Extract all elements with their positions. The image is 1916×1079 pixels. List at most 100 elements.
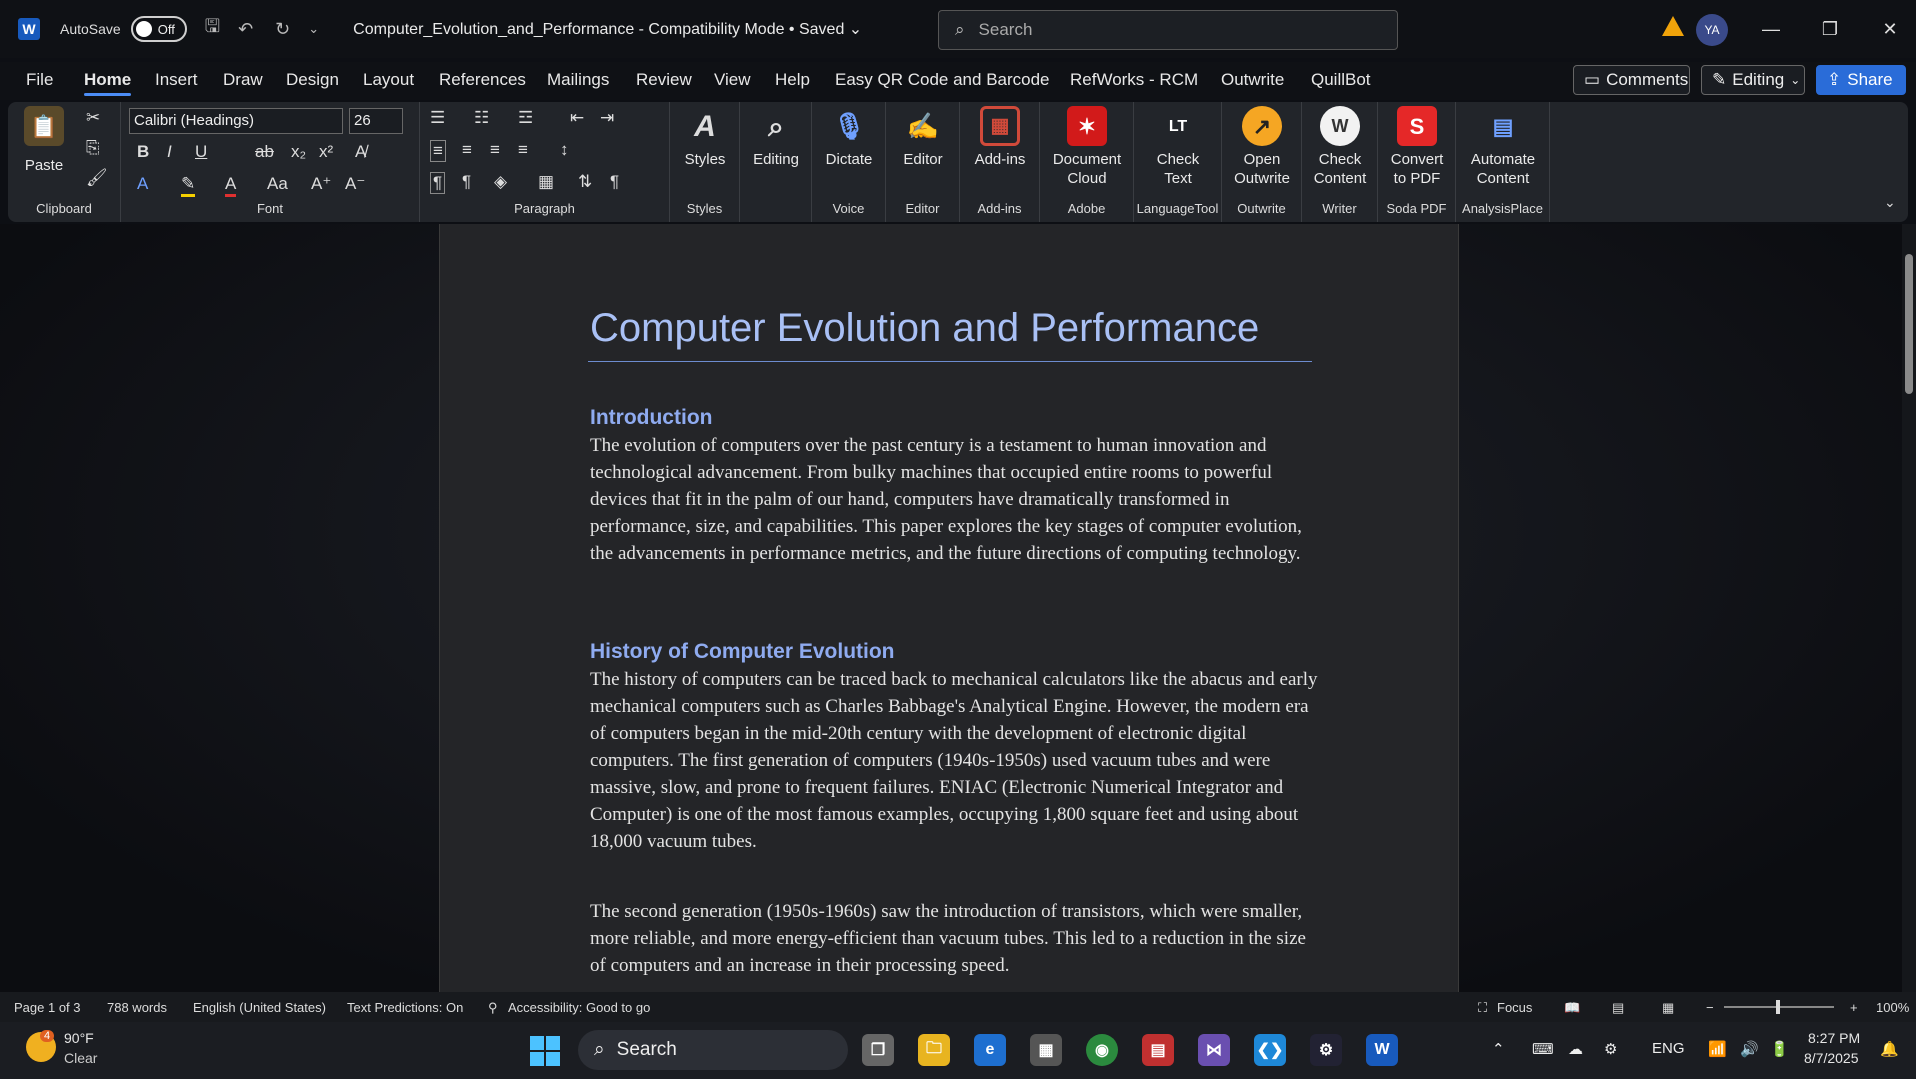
word-taskbar-icon[interactable]: W — [1366, 1034, 1398, 1066]
scrollbar-thumb[interactable] — [1905, 254, 1913, 394]
edge-icon[interactable]: e — [974, 1034, 1006, 1066]
shrink-font-icon[interactable]: A⁻ — [345, 174, 365, 194]
clear-formatting-icon[interactable]: A̸ — [355, 142, 366, 162]
font-size-select[interactable]: 26 — [349, 108, 403, 134]
dictate-button[interactable]: 🎙 Dictate — [818, 106, 880, 169]
document-title[interactable]: Computer_Evolution_and_Performance - Com… — [353, 19, 862, 39]
editing-mode-button[interactable]: ✎ Editing ⌄ — [1701, 65, 1805, 95]
document-cloud-button[interactable]: ✶ Document Cloud — [1044, 106, 1130, 188]
font-color-icon[interactable]: A — [225, 174, 237, 197]
taskbar-search[interactable]: ⌕ Search — [578, 1030, 848, 1070]
weather-desc[interactable]: Clear — [64, 1050, 97, 1066]
format-painter-icon[interactable]: 🖌 — [86, 168, 108, 188]
underline-icon[interactable]: U — [195, 142, 207, 162]
store-icon[interactable]: ▦ — [1030, 1034, 1062, 1066]
tab-file[interactable]: File — [26, 70, 53, 90]
print-layout-icon[interactable]: ▤ — [1612, 1000, 1624, 1016]
text-effects-icon[interactable]: A — [137, 174, 148, 194]
tab-easy-qr[interactable]: Easy QR Code and Barcode — [835, 70, 1050, 90]
bold-icon[interactable]: B — [137, 142, 149, 162]
multilevel-list-icon[interactable]: ☲ — [518, 108, 533, 128]
redo-icon[interactable]: ↻ — [275, 19, 290, 40]
zoom-slider-thumb[interactable] — [1776, 1000, 1780, 1014]
superscript-icon[interactable]: x² — [319, 142, 333, 162]
strikethrough-icon[interactable]: ab — [255, 142, 274, 162]
zoom-level[interactable]: 100% — [1876, 1000, 1909, 1015]
word-count[interactable]: 788 words — [107, 1000, 167, 1015]
undo-icon[interactable]: ↶ — [238, 19, 253, 40]
restore-button[interactable]: ❐ — [1815, 14, 1845, 44]
highlight-icon[interactable]: ✎ — [181, 174, 196, 197]
customize-qat-icon[interactable]: ⌄ — [308, 21, 319, 37]
web-layout-icon[interactable]: ▦ — [1662, 1000, 1674, 1016]
tab-insert[interactable]: Insert — [155, 70, 198, 90]
keyboard-icon[interactable]: ⌨ — [1532, 1040, 1554, 1058]
tab-draw[interactable]: Draw — [223, 70, 263, 90]
clock-time[interactable]: 8:27 PM — [1808, 1030, 1860, 1046]
open-outwrite-button[interactable]: ↗ Open Outwrite — [1226, 106, 1298, 188]
check-text-button[interactable]: LT Check Text — [1138, 106, 1218, 188]
tab-home[interactable]: Home — [84, 70, 132, 96]
align-left-icon[interactable]: ≡ — [430, 140, 446, 162]
convert-to-pdf-button[interactable]: S Convert to PDF — [1382, 106, 1452, 188]
numbering-icon[interactable]: ☷ — [474, 108, 489, 128]
notification-icon[interactable]: 🔔 — [1880, 1040, 1899, 1058]
task-view-icon[interactable]: ❐ — [862, 1034, 894, 1066]
autosave-toggle[interactable]: Off — [130, 16, 187, 42]
font-name-select[interactable]: Calibri (Headings) — [129, 108, 343, 134]
weather-temp[interactable]: 90°F — [64, 1030, 94, 1046]
zoom-out-icon[interactable]: − — [1706, 1000, 1714, 1015]
steam-tray-icon[interactable]: ⚙ — [1604, 1040, 1617, 1058]
search-input[interactable]: ⌕ Search — [938, 10, 1398, 50]
zoom-in-icon[interactable]: + — [1850, 1000, 1858, 1015]
italic-icon[interactable]: I — [167, 142, 172, 162]
steam-icon[interactable]: ⚙ — [1310, 1034, 1342, 1066]
change-case-icon[interactable]: Aa — [267, 174, 288, 194]
save-icon[interactable]: 🖫 — [205, 14, 220, 44]
start-button[interactable] — [530, 1036, 560, 1066]
page-count[interactable]: Page 1 of 3 — [14, 1000, 81, 1015]
onedrive-icon[interactable]: ☁ — [1568, 1040, 1583, 1058]
automate-content-button[interactable]: ▤ Automate Content — [1460, 106, 1546, 188]
bullets-icon[interactable]: ☰ — [430, 108, 445, 128]
word-app-icon[interactable]: W — [18, 18, 40, 40]
tab-layout[interactable]: Layout — [363, 70, 414, 90]
justify-icon[interactable]: ≡ — [518, 140, 528, 160]
language-indicator[interactable]: ENG — [1652, 1040, 1685, 1057]
tab-mailings[interactable]: Mailings — [547, 70, 609, 90]
addins-button[interactable]: ▦ Add-ins — [966, 106, 1034, 169]
vscode-icon[interactable]: ❮❯ — [1254, 1034, 1286, 1066]
volume-icon[interactable]: 🔊 — [1740, 1040, 1759, 1058]
battery-icon[interactable]: 🔋 — [1770, 1040, 1789, 1058]
wifi-icon[interactable]: 📶 — [1708, 1040, 1727, 1058]
clock-date[interactable]: 8/7/2025 — [1804, 1050, 1859, 1066]
check-content-button[interactable]: W Check Content — [1306, 106, 1374, 188]
document-page[interactable]: Computer Evolution and Performance Intro… — [439, 224, 1459, 992]
chrome-icon[interactable]: ◉ — [1086, 1034, 1118, 1066]
text-predictions-status[interactable]: Text Predictions: On — [347, 1000, 463, 1015]
warning-icon[interactable] — [1662, 16, 1684, 36]
vertical-scrollbar[interactable] — [1902, 224, 1916, 992]
sort-icon[interactable]: ⇅ — [578, 172, 592, 192]
copy-icon[interactable]: ⎘ — [86, 138, 100, 158]
shading-icon[interactable]: ◈ — [494, 172, 507, 192]
cut-icon[interactable]: ✂ — [86, 108, 100, 128]
show-formatting-icon[interactable]: ¶ — [610, 172, 619, 192]
share-button[interactable]: ⇪ Share — [1816, 65, 1906, 95]
styles-button[interactable]: A Styles — [678, 106, 732, 169]
read-mode-icon[interactable]: 📖 — [1564, 1000, 1580, 1016]
tab-help[interactable]: Help — [775, 70, 810, 90]
ribbon-collapse-icon[interactable]: ⌄ — [1884, 194, 1896, 211]
file-explorer-icon[interactable]: 🗀 — [918, 1034, 950, 1066]
tab-review[interactable]: Review — [636, 70, 692, 90]
tab-design[interactable]: Design — [286, 70, 339, 90]
tab-refworks[interactable]: RefWorks - RCM — [1070, 70, 1198, 90]
decrease-indent-icon[interactable]: ⇤ — [570, 108, 584, 128]
tab-view[interactable]: View — [714, 70, 751, 90]
accessibility-status[interactable]: Accessibility: Good to go — [508, 1000, 650, 1015]
app-grid-icon[interactable]: ▤ — [1142, 1034, 1174, 1066]
minimize-button[interactable]: — — [1756, 14, 1786, 44]
tab-quillbot[interactable]: QuillBot — [1311, 70, 1371, 90]
focus-button[interactable]: Focus — [1497, 1000, 1532, 1015]
subscript-icon[interactable]: x₂ — [291, 142, 306, 162]
